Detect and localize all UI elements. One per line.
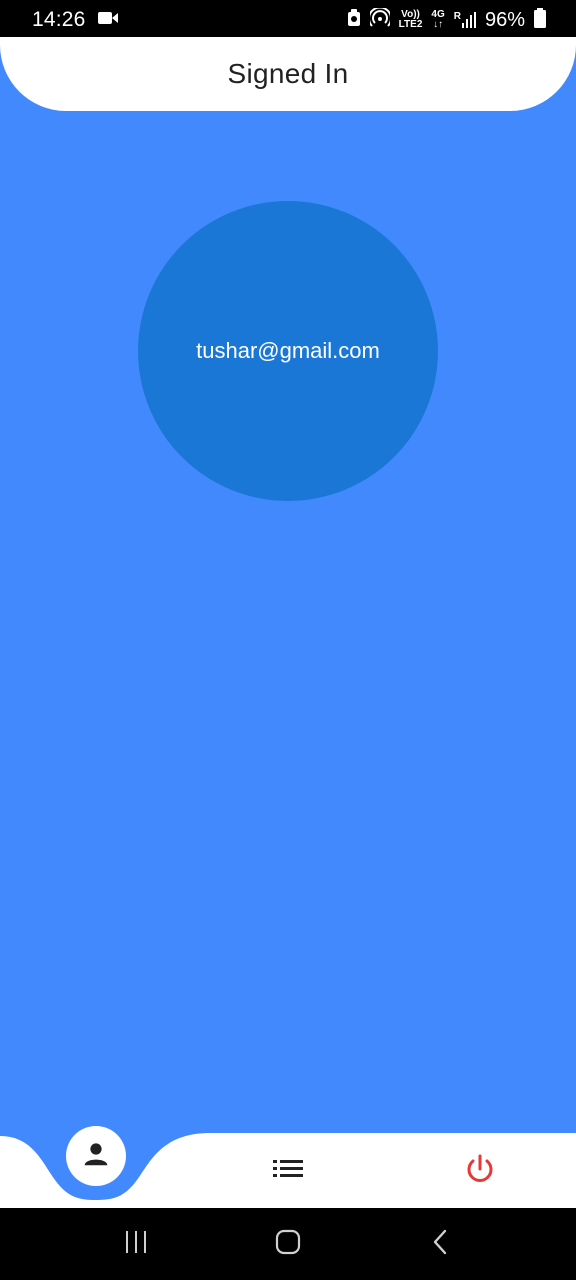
home-button[interactable] <box>258 1214 318 1274</box>
signal-icon: R <box>454 12 476 28</box>
status-bar-left: 14:26 <box>32 8 118 32</box>
person-icon <box>81 1139 111 1174</box>
volte-icon: Vo)) LTE2 <box>399 10 423 30</box>
page-title: Signed In <box>227 58 349 89</box>
screen: 14:26 Vo)) LTE2 4G ↓↑ R 96% Signed In tu… <box>0 0 576 1280</box>
system-nav-bar <box>0 1208 576 1280</box>
list-icon <box>273 1158 303 1185</box>
power-icon <box>464 1153 496 1190</box>
status-bar-right: Vo)) LTE2 4G ↓↑ R 96% <box>347 6 546 33</box>
back-icon <box>431 1229 449 1260</box>
nav-logout-button[interactable] <box>456 1147 504 1195</box>
bottom-nav <box>0 1112 576 1208</box>
recent-apps-button[interactable] <box>106 1214 166 1274</box>
battery-icon <box>534 7 546 33</box>
status-time: 14:26 <box>32 8 86 31</box>
back-button[interactable] <box>410 1214 470 1274</box>
signal-label: R <box>453 11 461 22</box>
video-camera-icon <box>97 11 118 30</box>
nav-profile-button[interactable] <box>66 1126 126 1186</box>
recent-apps-icon <box>123 1230 149 1259</box>
profile-email: tushar@gmail.com <box>196 338 380 363</box>
battery-percent: 96% <box>484 8 525 31</box>
status-bar: 14:26 Vo)) LTE2 4G ↓↑ R 96% <box>0 0 576 40</box>
hotspot-icon <box>367 6 392 33</box>
notification-icon <box>347 8 361 32</box>
volte-line2: LTE2 <box>398 19 423 30</box>
data-arrows-icon: 4G ↓↑ <box>431 9 445 30</box>
app-header: Signed In <box>0 37 576 111</box>
home-icon <box>275 1229 301 1260</box>
nav-list-button[interactable] <box>264 1147 312 1195</box>
profile-circle: tushar@gmail.com <box>138 201 438 501</box>
